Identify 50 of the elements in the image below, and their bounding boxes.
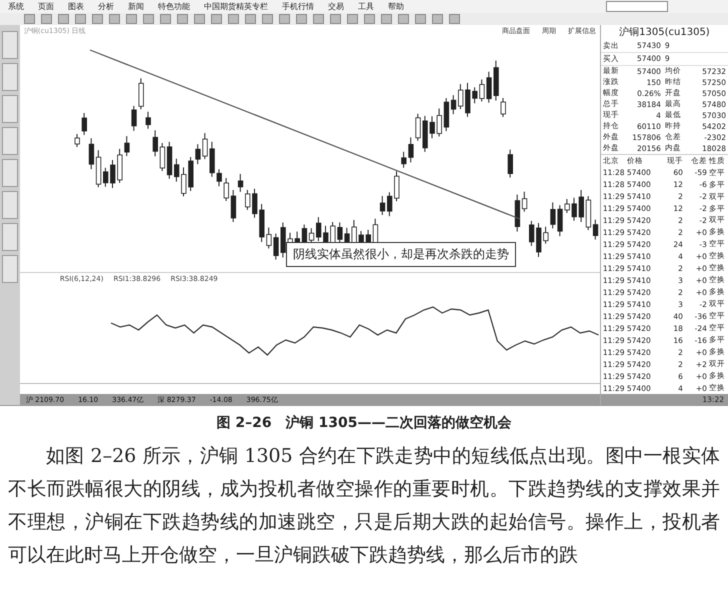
side-tab[interactable] — [2, 31, 18, 59]
menu-item[interactable]: 交易 — [328, 1, 344, 12]
menu-item[interactable]: 工具 — [358, 1, 374, 12]
figure-caption: 图 2–26 沪铜 1305——二次回落的做空机会 — [216, 414, 512, 432]
menu-item[interactable]: 帮助 — [388, 1, 404, 12]
toolbar-icon[interactable] — [313, 14, 324, 24]
contract-title: 沪铜1305(cu1305) — [618, 26, 711, 40]
side-tab[interactable] — [2, 95, 18, 123]
menu-item[interactable]: 特色功能 — [158, 1, 190, 12]
toolbar-icon[interactable] — [364, 14, 375, 24]
toolbar-icon[interactable] — [194, 14, 205, 24]
toolbar-icon[interactable] — [143, 14, 154, 24]
toolbar-icon[interactable] — [75, 14, 86, 24]
menu-item[interactable]: 分析 — [98, 1, 114, 12]
toolbar-icon[interactable] — [24, 14, 35, 24]
toolbar-icon[interactable] — [177, 14, 188, 24]
menu-item[interactable]: 页面 — [38, 1, 54, 12]
side-tab[interactable] — [2, 127, 18, 155]
side-tab[interactable] — [2, 63, 18, 91]
toolbar-icon[interactable] — [41, 14, 52, 24]
side-tab[interactable] — [2, 159, 18, 187]
search-field[interactable] — [606, 1, 668, 12]
toolbar-icon[interactable] — [432, 14, 443, 24]
body-paragraph: 如图 2–26 所示，沪铜 1305 合约在下跌走势中的短线低点出现。图中一根实体不长而跌幅很大的阴线，成为投机者做空操作的重要时机。下跌趋势线的支撑效果并不理想，沪铜在下跌趋势线的加速跳空，只是后期大跌的起始信号。操作上，投机者可以在此时马上开仓做空，一旦沪铜跌破下跌趋势线，那么后市的跌 — [8, 444, 720, 568]
side-tab[interactable] — [2, 255, 18, 283]
toolbar-icon[interactable] — [228, 14, 239, 24]
toolbar-icon[interactable] — [109, 14, 120, 24]
toolbar-icon[interactable] — [58, 14, 69, 24]
toolbar-icon[interactable] — [330, 14, 341, 24]
toolbar-icon[interactable] — [381, 14, 392, 24]
toolbar-icon[interactable] — [92, 14, 103, 24]
toolbar-icon[interactable] — [160, 14, 171, 24]
toolbar-icon[interactable] — [126, 14, 137, 24]
toolbar-icon[interactable] — [262, 14, 273, 24]
toolbar-icon[interactable] — [279, 14, 290, 24]
toolbar-icon[interactable] — [415, 14, 426, 24]
menu-item[interactable]: 新闻 — [128, 1, 144, 12]
toolbar-icon[interactable] — [449, 14, 460, 24]
toolbar-icon[interactable] — [347, 14, 358, 24]
toolbar-icon[interactable] — [296, 14, 307, 24]
side-tab[interactable] — [2, 191, 18, 219]
toolbar-icon[interactable] — [398, 14, 409, 24]
menu-item[interactable]: 系统 — [8, 1, 24, 12]
menu-item[interactable]: 图表 — [68, 1, 84, 12]
menu-item[interactable]: 手机行情 — [282, 1, 314, 12]
toolbar-icon[interactable] — [245, 14, 256, 24]
menu-item[interactable]: 中国期货精英专栏 — [204, 1, 268, 12]
side-tab[interactable] — [2, 223, 18, 251]
toolbar-icon[interactable] — [211, 14, 222, 24]
annotation-callout: 阴线实体虽然很小，却是再次杀跌的走势 — [286, 242, 516, 267]
